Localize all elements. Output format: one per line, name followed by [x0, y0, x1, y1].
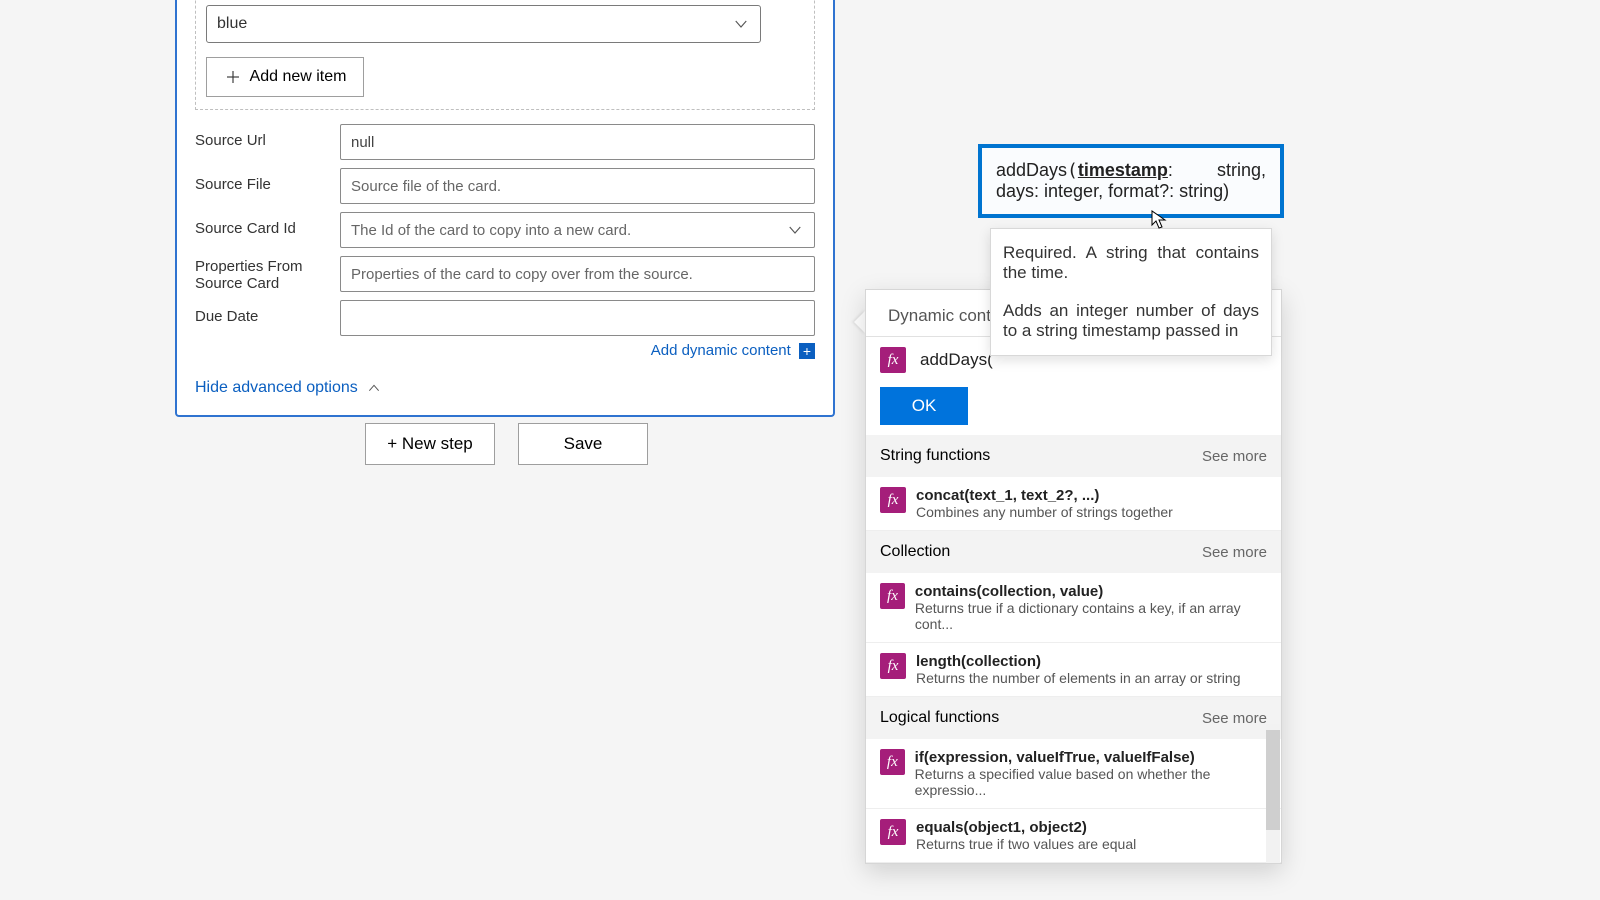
fx-icon: fx: [880, 487, 906, 513]
function-list[interactable]: String functionsSee morefx concat(text_1…: [866, 435, 1281, 863]
function-item[interactable]: fx equals(object1, object2) Returns true…: [866, 809, 1281, 863]
label-ids-section: Label Ids Item - 1 blue Add new item: [195, 0, 815, 110]
fx-icon: fx: [880, 347, 906, 373]
function-item[interactable]: fx if(expression, valueIfTrue, valueIfFa…: [866, 739, 1281, 809]
new-step-button[interactable]: + New step: [365, 423, 495, 465]
fx-icon: fx: [880, 653, 906, 679]
section-header: String functionsSee more: [866, 435, 1281, 477]
due-date-label: Due Date: [195, 300, 340, 325]
source-card-id-label: Source Card Id: [195, 212, 340, 237]
source-url-label: Source Url: [195, 124, 340, 149]
source-url-input[interactable]: null: [340, 124, 815, 160]
function-item[interactable]: fx length(collection) Returns the number…: [866, 643, 1281, 697]
chevron-down-icon: [786, 221, 804, 239]
label-ids-value: blue: [217, 15, 247, 33]
due-date-input[interactable]: [340, 300, 815, 336]
function-item[interactable]: fx concat(text_1, text_2?, ...) Combines…: [866, 477, 1281, 531]
function-signature: addDays(timestamp: string, days: integer…: [978, 144, 1284, 218]
chevron-down-icon: [732, 15, 750, 33]
fx-icon: fx: [880, 749, 905, 775]
properties-input[interactable]: Properties of the card to copy over from…: [340, 256, 815, 292]
step-buttons: + New step Save: [365, 423, 648, 465]
fx-icon: fx: [880, 583, 905, 609]
add-new-item-label: Add new item: [250, 68, 347, 86]
fx-icon: fx: [880, 819, 906, 845]
see-more-link[interactable]: See more: [1202, 710, 1267, 727]
cursor-icon: [1151, 210, 1167, 235]
chevron-up-icon: [366, 380, 382, 396]
hide-advanced-toggle[interactable]: Hide advanced options: [195, 379, 815, 397]
save-button[interactable]: Save: [518, 423, 648, 465]
ok-button[interactable]: OK: [880, 387, 968, 425]
function-item[interactable]: fx contains(collection, value) Returns t…: [866, 573, 1281, 643]
section-header: CollectionSee more: [866, 531, 1281, 573]
scrollbar-thumb[interactable]: [1266, 730, 1280, 830]
properties-label: Properties From Source Card: [195, 256, 340, 292]
add-new-item-button[interactable]: Add new item: [206, 57, 364, 97]
function-tooltip: Required. A string that contains the tim…: [990, 228, 1272, 356]
see-more-link[interactable]: See more: [1202, 448, 1267, 465]
section-header: Logical functionsSee more: [866, 697, 1281, 739]
source-card-id-select[interactable]: The Id of the card to copy into a new ca…: [340, 212, 815, 248]
see-more-link[interactable]: See more: [1202, 544, 1267, 561]
label-ids-select[interactable]: blue: [206, 5, 761, 43]
add-dynamic-content-link[interactable]: Add dynamic content: [651, 342, 795, 359]
plus-box-icon[interactable]: +: [799, 343, 815, 359]
dynamic-content-panel: Dynamic content fx OK String functionsSe…: [865, 289, 1282, 864]
source-file-label: Source File: [195, 168, 340, 193]
plus-icon: [224, 68, 242, 86]
action-card: Label Ids Item - 1 blue Add new item Sou…: [175, 0, 835, 417]
source-file-input[interactable]: Source file of the card.: [340, 168, 815, 204]
